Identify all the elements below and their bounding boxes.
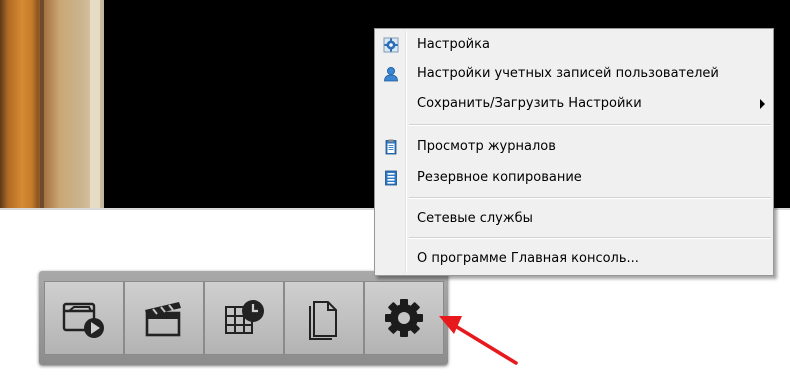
red-annotation-arrow-icon [439, 316, 518, 365]
